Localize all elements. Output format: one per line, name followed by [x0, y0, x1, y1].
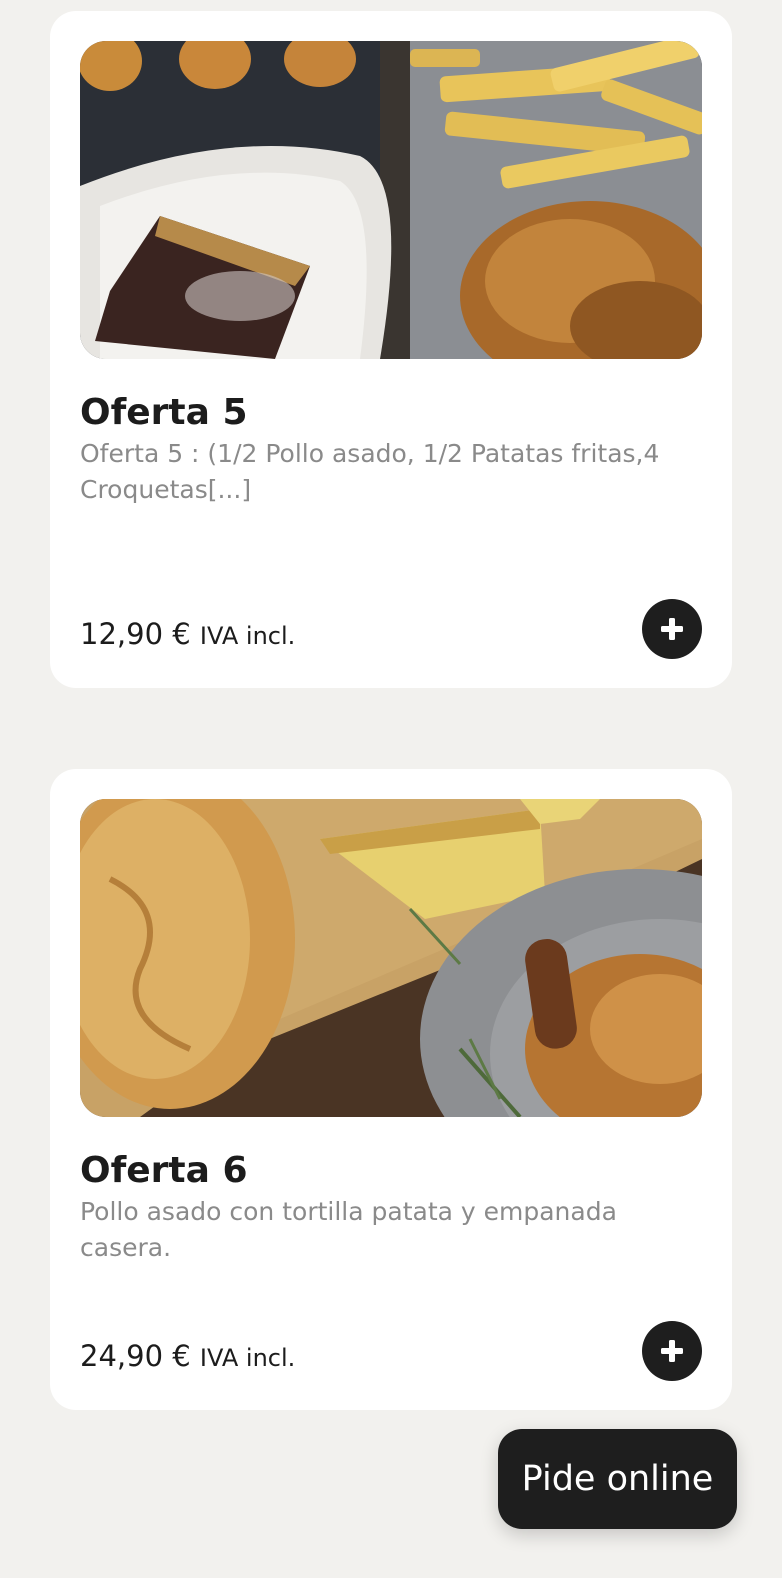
- food-photo: [80, 41, 702, 359]
- product-price: 24,90 €: [80, 1339, 191, 1373]
- add-to-cart-button[interactable]: [642, 1321, 702, 1381]
- product-card[interactable]: Oferta 6 Pollo asado con tortilla patata…: [50, 769, 732, 1410]
- product-card[interactable]: Oferta 5 Oferta 5 : (1/2 Pollo asado, 1/…: [50, 11, 732, 688]
- tax-note: IVA incl.: [199, 1344, 296, 1372]
- product-description: Oferta 5 : (1/2 Pollo asado, 1/2 Patatas…: [80, 439, 660, 504]
- product-image[interactable]: [80, 41, 702, 359]
- product-price-line: 24,90 € IVA incl.: [80, 1338, 295, 1376]
- product-price: 12,90 €: [80, 617, 191, 651]
- food-photo: [80, 799, 702, 1117]
- product-title[interactable]: Oferta 5: [80, 391, 248, 435]
- product-image[interactable]: [80, 799, 702, 1117]
- product-price-line: 12,90 € IVA incl.: [80, 616, 295, 654]
- order-online-button[interactable]: Pide online: [498, 1429, 737, 1529]
- plus-icon: [661, 618, 683, 640]
- add-to-cart-button[interactable]: [642, 599, 702, 659]
- plus-icon: [661, 1340, 683, 1362]
- tax-note: IVA incl.: [199, 622, 296, 650]
- product-description: Pollo asado con tortilla patata y empana…: [80, 1197, 617, 1262]
- product-title[interactable]: Oferta 6: [80, 1149, 248, 1193]
